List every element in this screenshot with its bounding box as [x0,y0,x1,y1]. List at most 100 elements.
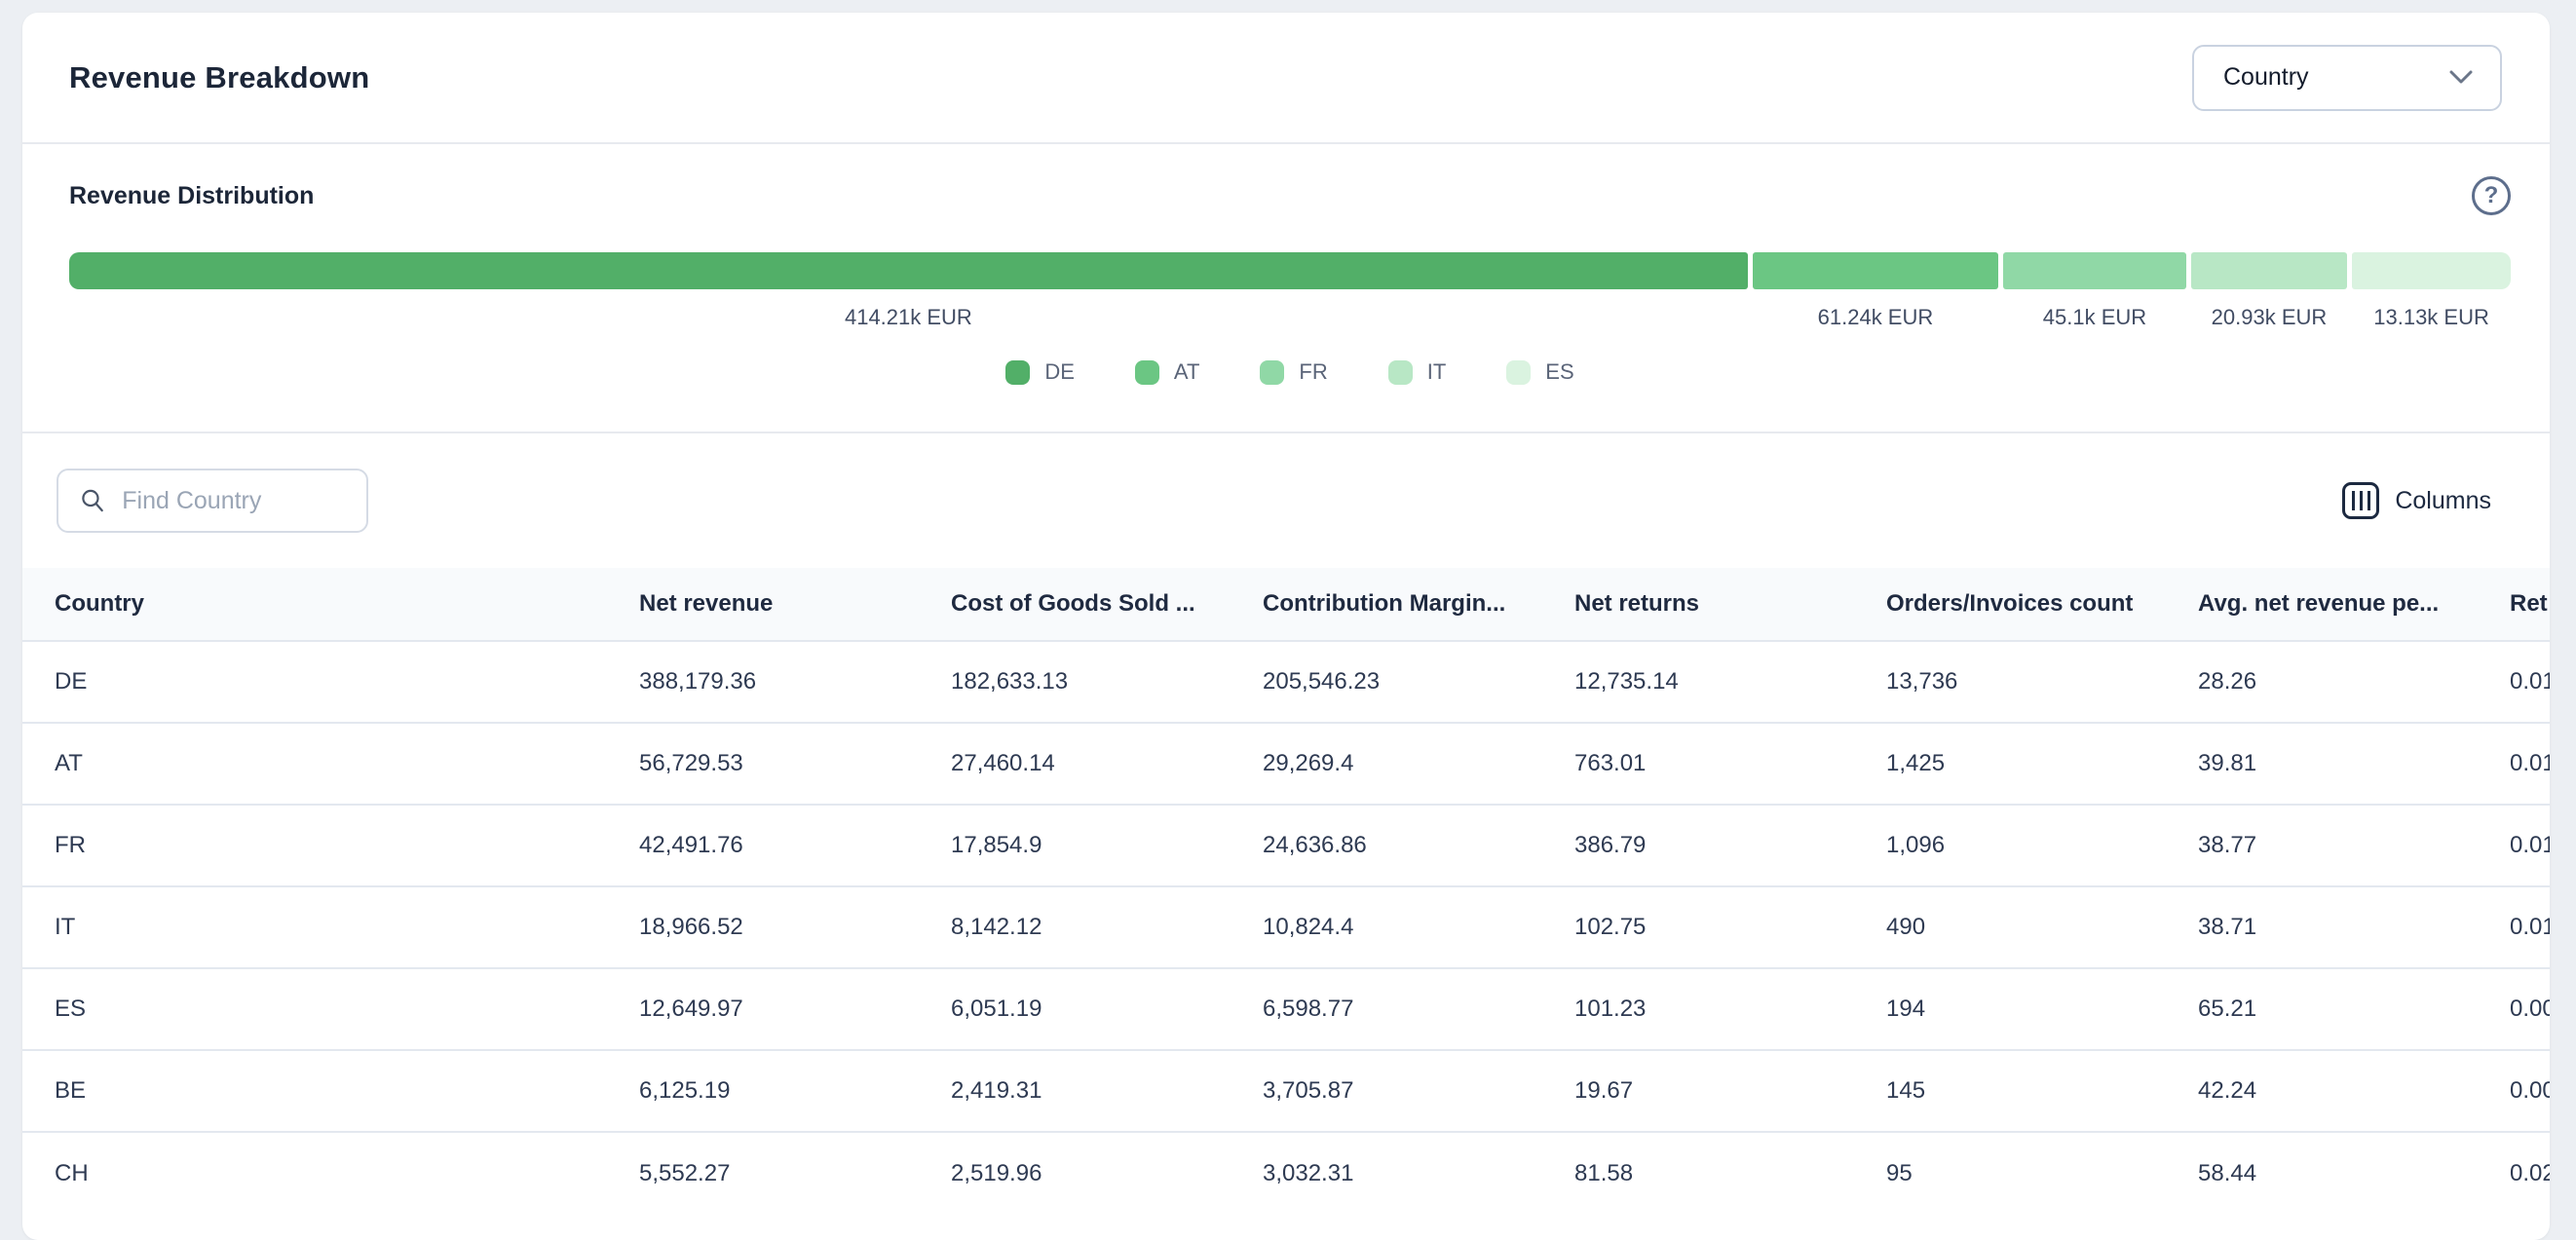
legend-item-es[interactable]: ES [1506,359,1573,385]
row-value-cell: 2,419.31 [951,1050,1263,1132]
table-row[interactable]: AT56,729.5327,460.1429,269.4763.011,4253… [22,723,2550,805]
distribution-bar-labels: 414.21k EUR61.24k EUR45.1k EUR20.93k EUR… [69,305,2511,330]
page-title: Revenue Breakdown [69,60,369,95]
distribution-bar [69,252,2511,289]
legend-swatch-icon [1506,360,1531,385]
row-country-cell: BE [22,1050,639,1132]
bar-segment-fr[interactable] [2003,252,2186,289]
legend-label: IT [1427,359,1447,385]
dimension-select[interactable]: Country [2192,45,2502,111]
section-title: Revenue Distribution [69,182,314,210]
row-value-cell: 18,966.52 [639,886,951,968]
legend-item-at[interactable]: AT [1135,359,1199,385]
row-country-cell: FR [22,805,639,886]
column-header[interactable]: Country [22,568,639,641]
row-value-cell: 0.01 [2510,641,2550,723]
row-value-cell: 19.67 [1574,1050,1886,1132]
table-row[interactable]: FR42,491.7617,854.924,636.86386.791,0963… [22,805,2550,886]
row-value-cell: 5,552.27 [639,1132,951,1214]
revenue-distribution-section: Revenue Distribution ? 414.21k EUR61.24k… [22,144,2550,433]
column-header[interactable]: Avg. net revenue pe... [2198,568,2510,641]
row-country-cell: AT [22,723,639,805]
legend-item-fr[interactable]: FR [1260,359,1327,385]
row-value-cell: 38.71 [2198,886,2510,968]
row-value-cell: 0.01 [2510,886,2550,968]
table-toolbar: Columns [22,433,2550,568]
table-header-row: CountryNet revenueCost of Goods Sold ...… [22,568,2550,641]
row-value-cell: 81.58 [1574,1132,1886,1214]
row-value-cell: 12,649.97 [639,968,951,1050]
row-value-cell: 95 [1886,1132,2198,1214]
bar-value-label-es: 13.13k EUR [2352,305,2511,330]
legend-label: DE [1044,359,1075,385]
legend-label: FR [1299,359,1327,385]
dimension-select-value: Country [2223,63,2309,92]
row-value-cell: 17,854.9 [951,805,1263,886]
legend-swatch-icon [1388,360,1413,385]
row-value-cell: 145 [1886,1050,2198,1132]
row-value-cell: 42,491.76 [639,805,951,886]
row-value-cell: 0.00 [2510,968,2550,1050]
columns-button-label: Columns [2395,487,2491,515]
row-value-cell: 0.00 [2510,1050,2550,1132]
row-value-cell: 42.24 [2198,1050,2510,1132]
row-value-cell: 8,142.12 [951,886,1263,968]
column-header[interactable]: Contribution Margin... [1263,568,1574,641]
row-value-cell: 1,425 [1886,723,2198,805]
row-value-cell: 182,633.13 [951,641,1263,723]
row-value-cell: 490 [1886,886,2198,968]
legend-swatch-icon [1260,360,1284,385]
bar-value-label-fr: 45.1k EUR [2003,305,2186,330]
row-country-cell: ES [22,968,639,1050]
row-country-cell: DE [22,641,639,723]
legend-label: ES [1545,359,1573,385]
row-value-cell: 0.01 [2510,723,2550,805]
search-input[interactable] [122,487,347,515]
bar-value-label-at: 61.24k EUR [1753,305,1998,330]
row-value-cell: 27,460.14 [951,723,1263,805]
column-header[interactable]: Orders/Invoices count [1886,568,2198,641]
row-value-cell: 3,705.87 [1263,1050,1574,1132]
column-header[interactable]: Cost of Goods Sold ... [951,568,1263,641]
row-value-cell: 2,519.96 [951,1132,1263,1214]
row-value-cell: 763.01 [1574,723,1886,805]
bar-value-label-de: 414.21k EUR [69,305,1748,330]
row-value-cell: 6,125.19 [639,1050,951,1132]
bar-segment-de[interactable] [69,252,1748,289]
bar-segment-it[interactable] [2191,252,2347,289]
row-value-cell: 58.44 [2198,1132,2510,1214]
row-value-cell: 6,598.77 [1263,968,1574,1050]
row-country-cell: CH [22,1132,639,1214]
legend-label: AT [1174,359,1199,385]
row-value-cell: 205,546.23 [1263,641,1574,723]
breakdown-table-wrap: CountryNet revenueCost of Goods Sold ...… [22,568,2550,1214]
legend-item-de[interactable]: DE [1005,359,1075,385]
column-header[interactable]: Ret [2510,568,2550,641]
bar-segment-es[interactable] [2352,252,2511,289]
columns-button[interactable]: Columns [2342,482,2491,519]
distribution-legend: DE AT FR IT ES [69,359,2511,385]
bar-segment-at[interactable] [1753,252,1998,289]
search-icon [80,486,104,515]
row-value-cell: 388,179.36 [639,641,951,723]
column-header[interactable]: Net revenue [639,568,951,641]
help-icon[interactable]: ? [2472,176,2511,215]
revenue-breakdown-card: Revenue Breakdown Country Revenue Distri… [22,13,2550,1240]
bar-value-label-it: 20.93k EUR [2191,305,2347,330]
column-header[interactable]: Net returns [1574,568,1886,641]
search-box[interactable] [57,469,368,533]
row-value-cell: 28.26 [2198,641,2510,723]
legend-item-it[interactable]: IT [1388,359,1447,385]
table-row[interactable]: IT18,966.528,142.1210,824.4102.7549038.7… [22,886,2550,968]
table-row[interactable]: ES12,649.976,051.196,598.77101.2319465.2… [22,968,2550,1050]
row-value-cell: 12,735.14 [1574,641,1886,723]
row-value-cell: 24,636.86 [1263,805,1574,886]
row-value-cell: 101.23 [1574,968,1886,1050]
table-row[interactable]: CH5,552.272,519.963,032.3181.589558.440.… [22,1132,2550,1214]
legend-swatch-icon [1005,360,1030,385]
row-value-cell: 386.79 [1574,805,1886,886]
row-value-cell: 0.02 [2510,1132,2550,1214]
row-value-cell: 56,729.53 [639,723,951,805]
table-row[interactable]: BE6,125.192,419.313,705.8719.6714542.240… [22,1050,2550,1132]
table-row[interactable]: DE388,179.36182,633.13205,546.2312,735.1… [22,641,2550,723]
